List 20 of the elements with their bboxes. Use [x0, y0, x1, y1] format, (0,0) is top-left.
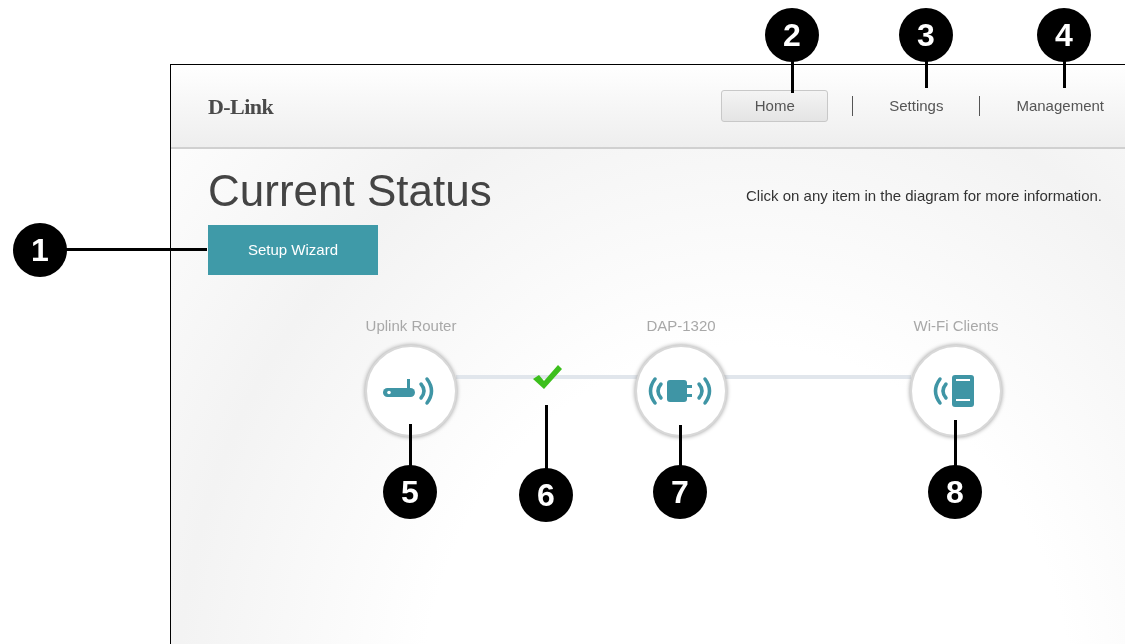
brand-logo: D-Link — [208, 92, 274, 121]
hint-text: Click on any item in the diagram for more information. — [746, 185, 1102, 206]
page-title: Current Status — [208, 169, 492, 213]
callout-number: 2 — [765, 8, 819, 62]
nav-tab[interactable]: Management — [1004, 90, 1116, 122]
node-label: Wi-Fi Clients — [913, 316, 999, 336]
device-node[interactable] — [635, 344, 727, 437]
node-label: Uplink Router — [365, 316, 457, 336]
callout-number: 4 — [1037, 8, 1091, 62]
leader-line — [679, 425, 682, 466]
leader-line — [954, 420, 957, 466]
device-node[interactable] — [365, 344, 457, 437]
nav-tab[interactable]: Settings — [877, 90, 956, 122]
leader-line — [409, 424, 412, 466]
node-label: DAP-1320 — [646, 316, 716, 336]
leader-line — [545, 405, 548, 469]
callout-number: 1 — [13, 223, 67, 277]
nav-tab[interactable]: Home — [721, 90, 829, 122]
callout-number: 3 — [899, 8, 953, 62]
device-node[interactable] — [910, 344, 1002, 437]
